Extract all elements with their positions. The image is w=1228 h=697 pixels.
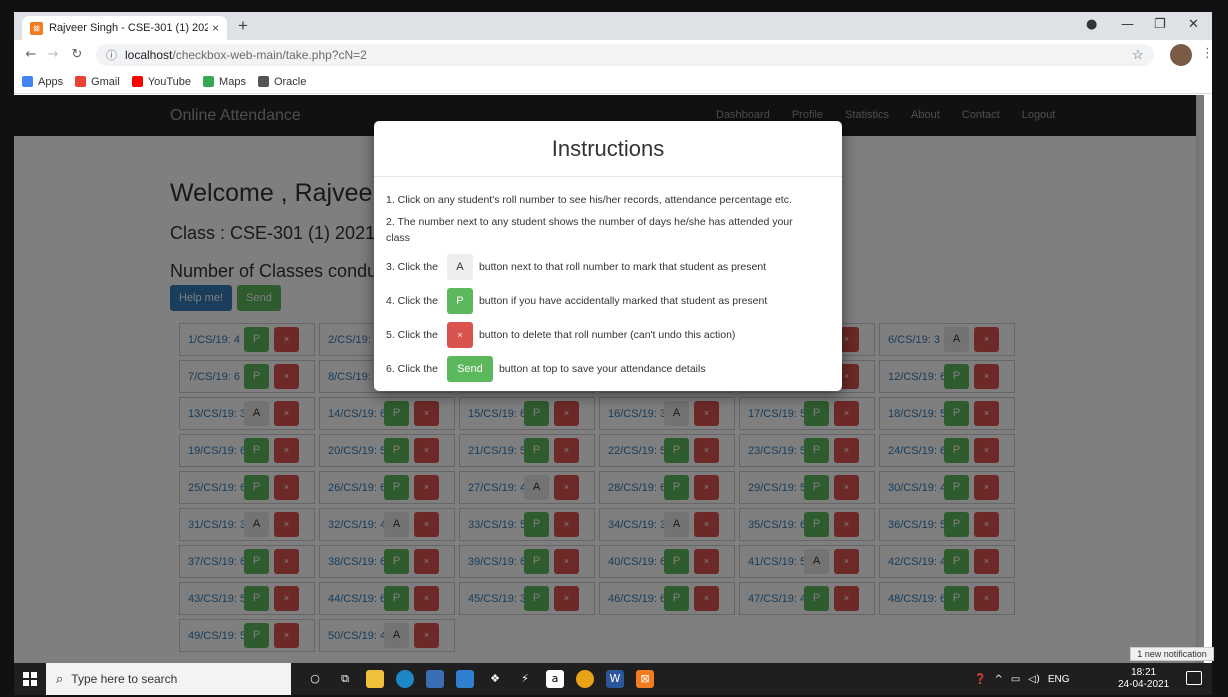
- file-explorer-icon[interactable]: [366, 670, 384, 688]
- windows-start-icon[interactable]: [23, 672, 37, 686]
- maximize-icon[interactable]: ❐: [1154, 17, 1166, 32]
- taskbar-clock[interactable]: 18:21 24-04-2021: [1118, 667, 1169, 691]
- web-page: Online Attendance DashboardProfileStatis…: [14, 95, 1204, 663]
- cortana-icon[interactable]: ○: [306, 670, 324, 688]
- bookmark-star-icon[interactable]: ☆: [1132, 47, 1144, 63]
- address-bar[interactable]: ⓘ localhost/checkbox-web-main/take.php?c…: [96, 44, 1154, 66]
- close-window-icon[interactable]: ✕: [1188, 17, 1199, 32]
- system-tray: ❓ ^ ▭ ◁) ENG: [974, 663, 1078, 695]
- step-text: 1. Click on any student's roll number to…: [386, 194, 792, 206]
- battery-icon[interactable]: ▭: [1011, 674, 1020, 685]
- bookmark-item[interactable]: Gmail: [75, 76, 120, 88]
- instruction-step-2: 2. The number next to any student shows …: [386, 214, 828, 246]
- step-prefix: 6. Click the: [386, 363, 438, 375]
- windows-taskbar: ⌕ Type here to search ○ ⧉ ❖ ⚡ a W ⊠ ❓ ^ …: [14, 663, 1212, 695]
- forward-icon[interactable]: →: [42, 47, 64, 62]
- xampp-icon[interactable]: ⊠: [636, 670, 654, 688]
- instruction-step-5: 5. Click the × button to delete that rol…: [386, 322, 828, 348]
- back-icon[interactable]: ←: [20, 47, 42, 62]
- sample-delete-button: ×: [446, 322, 473, 348]
- bookmark-label: Maps: [219, 75, 246, 88]
- mail-icon[interactable]: [456, 670, 474, 688]
- browser-window: ⊠ Rajveer Singh - CSE-301 (1) 2021 × + ●…: [14, 12, 1212, 663]
- bookmark-item[interactable]: Oracle: [257, 75, 307, 88]
- url-path: /checkbox-web-main/take.php?cN=2: [172, 48, 367, 62]
- bookmark-icon: [257, 76, 269, 87]
- bookmark-label: Oracle: [273, 75, 307, 88]
- sample-absent-button: A: [446, 254, 473, 280]
- sample-present-button: P: [446, 288, 473, 314]
- search-icon: ⌕: [56, 671, 64, 687]
- bookmark-label: Gmail: [91, 75, 120, 88]
- bookmark-label: YouTube: [147, 75, 192, 88]
- search-placeholder: Type here to search: [71, 672, 178, 686]
- action-center-icon[interactable]: [1186, 671, 1202, 685]
- step-text: button to delete that roll number (can't…: [478, 329, 736, 341]
- xampp-favicon-icon: ⊠: [30, 21, 43, 35]
- clock-date: 24-04-2021: [1118, 679, 1170, 690]
- help-tray-icon[interactable]: ❓: [974, 674, 986, 685]
- bookmarks-bar: Apps Gmail YouTube Maps Oracle: [14, 70, 1212, 94]
- bookmark-label: Apps: [38, 75, 64, 88]
- bookmark-item[interactable]: Maps: [203, 76, 246, 88]
- sample-send-button: Send: [446, 356, 493, 382]
- instruction-step-3: 3. Click the A button next to that roll …: [386, 254, 828, 280]
- bookmark-icon: [75, 76, 87, 87]
- volume-icon[interactable]: ◁): [1028, 674, 1040, 685]
- store-icon[interactable]: [426, 670, 444, 688]
- edge-icon[interactable]: [396, 670, 414, 688]
- browser-toolbar: ← → ↻ ⓘ localhost/checkbox-web-main/take…: [14, 40, 1212, 70]
- bookmark-icon: [22, 76, 33, 87]
- step-text: button at top to save your attendance de…: [498, 363, 706, 375]
- step-prefix: 4. Click the: [386, 295, 438, 307]
- menu-kebab-icon[interactable]: ⋮: [1201, 46, 1212, 61]
- taskbar-search-input[interactable]: ⌕ Type here to search: [46, 663, 291, 695]
- bookmark-item[interactable]: Apps: [22, 76, 63, 88]
- task-view-icon[interactable]: ⧉: [336, 670, 354, 688]
- dropbox-icon[interactable]: ❖: [486, 670, 504, 688]
- instruction-step-6: 6. Click the Send button at top to save …: [386, 356, 828, 382]
- tab-strip: ⊠ Rajveer Singh - CSE-301 (1) 2021 × + ●…: [14, 12, 1212, 40]
- step-prefix: 3. Click the: [386, 261, 438, 273]
- reload-icon[interactable]: ↻: [66, 47, 88, 62]
- profile-avatar[interactable]: [1170, 44, 1192, 66]
- tab-title: Rajveer Singh - CSE-301 (1) 2021: [49, 22, 208, 34]
- modal-body: 1. Click on any student's roll number to…: [374, 177, 842, 382]
- step-text: button if you have accidentally marked t…: [478, 295, 768, 307]
- tab-close-icon[interactable]: ×: [212, 21, 219, 35]
- bookmark-icon: [131, 76, 143, 87]
- new-tab-button[interactable]: +: [238, 16, 248, 36]
- clock-time: 18:21: [1131, 667, 1157, 678]
- minimize-icon[interactable]: —: [1121, 17, 1134, 32]
- url-host: localhost: [125, 48, 173, 62]
- bookmark-item[interactable]: YouTube: [131, 75, 192, 88]
- instructions-modal: Instructions 1. Click on any student's r…: [374, 121, 842, 391]
- winamp-icon[interactable]: ⚡: [516, 670, 534, 688]
- bookmark-icon: [203, 76, 215, 87]
- modal-title: Instructions: [374, 121, 842, 177]
- word-icon[interactable]: W: [606, 670, 624, 688]
- notification-toast[interactable]: 1 new notification: [1130, 647, 1214, 661]
- chevron-up-icon[interactable]: ^: [994, 674, 1002, 685]
- step-text: button next to that roll number to mark …: [478, 261, 767, 273]
- step-text: 2. The number next to any student shows …: [386, 216, 793, 244]
- browser-tab[interactable]: ⊠ Rajveer Singh - CSE-301 (1) 2021 ×: [22, 16, 227, 40]
- language-indicator[interactable]: ENG: [1048, 674, 1070, 685]
- step-prefix: 5. Click the: [386, 329, 438, 341]
- instruction-step-4: 4. Click the P button if you have accide…: [386, 288, 828, 314]
- info-icon[interactable]: ⓘ: [106, 47, 117, 63]
- amazon-icon[interactable]: a: [546, 670, 564, 688]
- instruction-step-1: 1. Click on any student's roll number to…: [386, 194, 828, 206]
- chrome-icon[interactable]: [576, 670, 594, 688]
- profile-dot-icon[interactable]: ●: [1086, 17, 1097, 32]
